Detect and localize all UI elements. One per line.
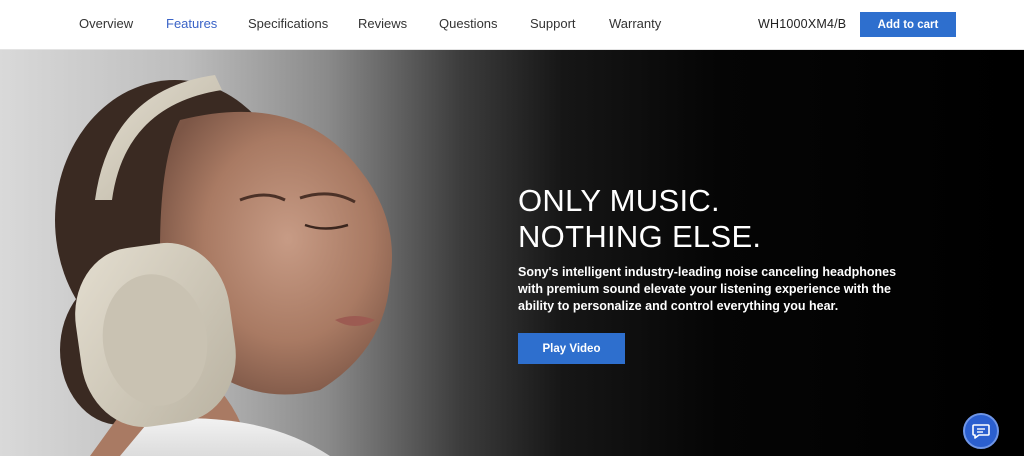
hero-description: Sony's intelligent industry-leading nois…: [518, 265, 897, 313]
nav-support[interactable]: Support: [530, 16, 576, 31]
top-navigation: Overview Features Specifications Reviews…: [0, 0, 1024, 50]
headline-line-2: NOTHING ELSE.: [518, 219, 762, 254]
nav-overview[interactable]: Overview: [79, 16, 133, 31]
nav-questions[interactable]: Questions: [439, 16, 498, 31]
woman-wearing-headphones-photo: [55, 75, 392, 456]
hero-headline: ONLY MUSIC. NOTHING ELSE.: [518, 183, 761, 255]
play-video-button[interactable]: Play Video: [518, 333, 625, 364]
chat-bubble-icon: [972, 424, 990, 439]
nav-specifications[interactable]: Specifications: [248, 16, 328, 31]
add-to-cart-button[interactable]: Add to cart: [860, 12, 956, 37]
nav-features[interactable]: Features: [166, 16, 217, 31]
hero-banner: ONLY MUSIC. NOTHING ELSE. Sony's intelli…: [0, 50, 1024, 456]
nav-reviews[interactable]: Reviews: [358, 16, 407, 31]
headline-line-1: ONLY MUSIC.: [518, 183, 720, 218]
nav-warranty[interactable]: Warranty: [609, 16, 661, 31]
model-number: WH1000XM4/B: [758, 17, 847, 31]
chat-button[interactable]: [963, 413, 999, 449]
